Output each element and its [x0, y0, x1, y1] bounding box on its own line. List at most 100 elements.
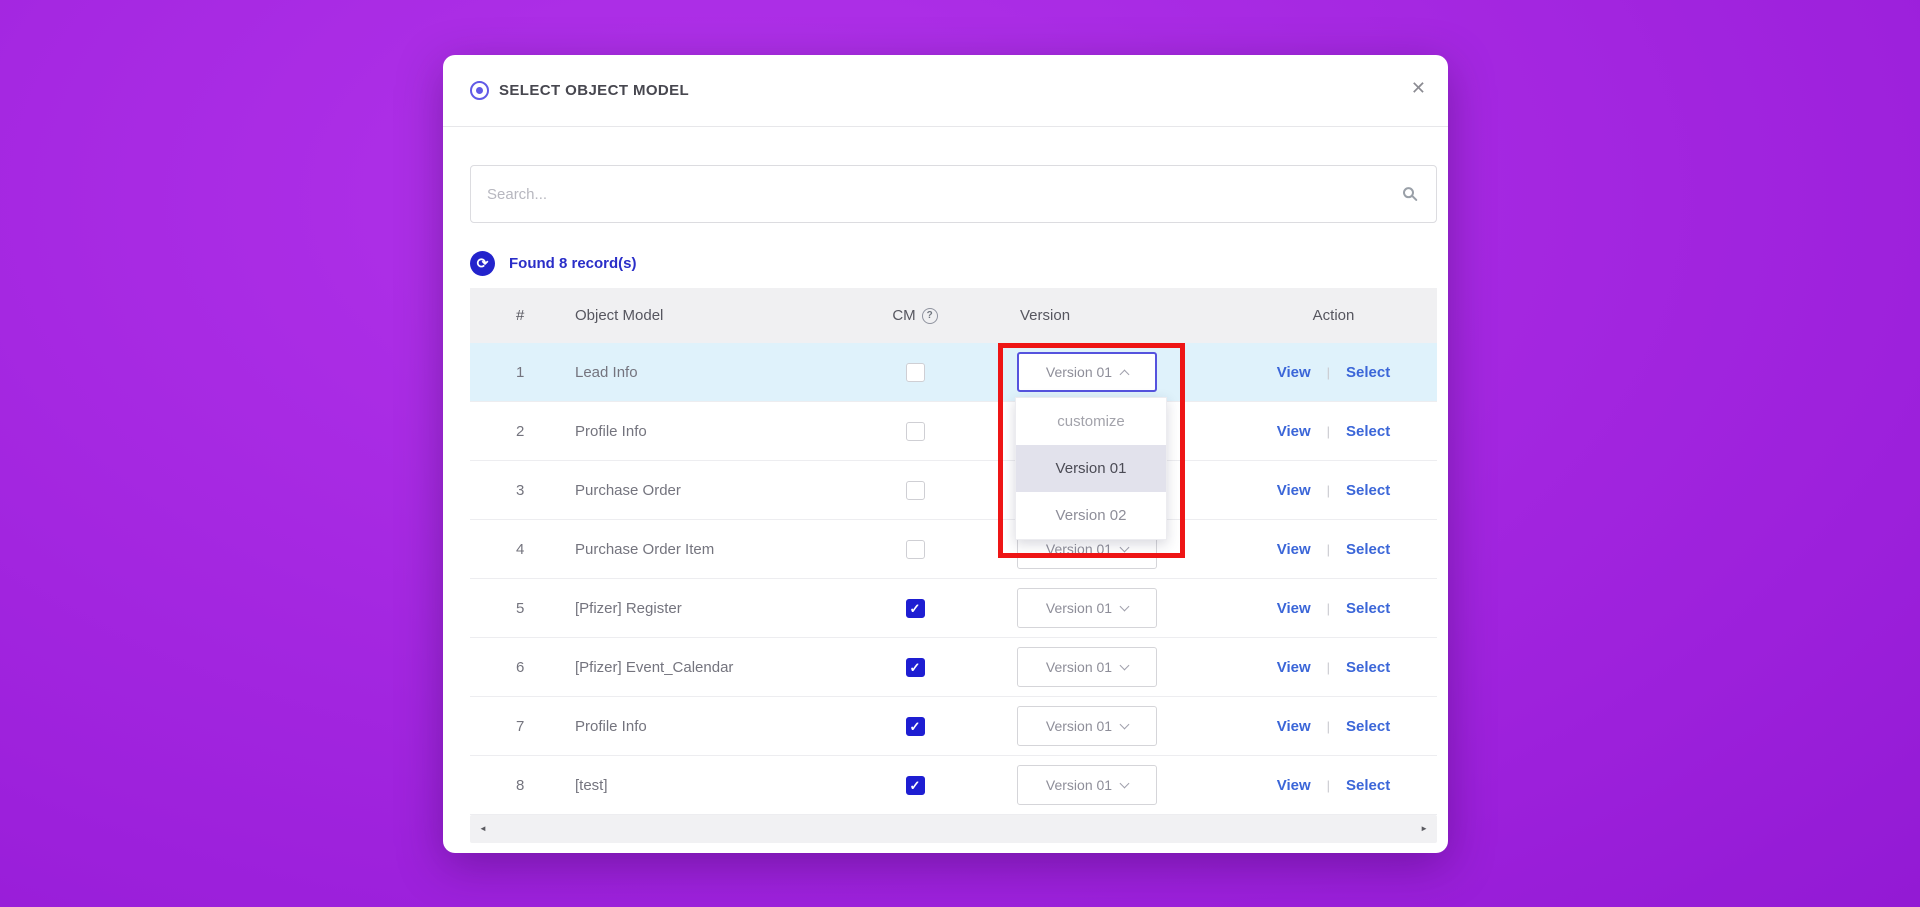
cm-checkbox[interactable]: ✓ — [906, 776, 925, 795]
view-link[interactable]: View — [1277, 482, 1311, 499]
chevron-down-icon — [1120, 542, 1130, 552]
table-row: 7 Profile Info ✓ Version 01 View | Selec… — [470, 697, 1437, 756]
select-link[interactable]: Select — [1346, 541, 1390, 558]
chevron-up-icon — [1120, 369, 1130, 379]
table-header-row: # Object Model CM ? Version Action — [470, 288, 1437, 343]
version-select[interactable]: Version 01 — [1017, 706, 1157, 746]
help-icon[interactable]: ? — [922, 308, 938, 324]
cm-checkbox[interactable] — [906, 481, 925, 500]
view-link[interactable]: View — [1277, 364, 1311, 381]
action-divider: | — [1327, 778, 1330, 793]
version-dropdown-option[interactable]: customize — [1016, 398, 1166, 445]
select-link[interactable]: Select — [1346, 482, 1390, 499]
chevron-down-icon — [1120, 660, 1130, 670]
version-dropdown-option[interactable]: Version 02 — [1016, 492, 1166, 539]
search-input[interactable] — [471, 166, 1436, 222]
select-link[interactable]: Select — [1346, 777, 1390, 794]
object-model-name: [Pfizer] Register — [545, 600, 870, 617]
table-row: 6 [Pfizer] Event_Calendar ✓ Version 01 V… — [470, 638, 1437, 697]
table-row: 4 Purchase Order Item Version 01 View | … — [470, 520, 1437, 579]
col-header-object-model: Object Model — [545, 307, 870, 324]
dialog-body: ⟳ Found 8 record(s) # Object Model CM ? … — [443, 165, 1448, 843]
select-object-model-dialog: SELECT OBJECT MODEL ✕ ⟳ Found 8 record(s… — [443, 55, 1448, 853]
close-icon[interactable]: ✕ — [1411, 79, 1426, 97]
cm-checkbox[interactable]: ✓ — [906, 717, 925, 736]
select-link[interactable]: Select — [1346, 364, 1390, 381]
action-divider: | — [1327, 660, 1330, 675]
row-index: 7 — [470, 718, 545, 735]
action-divider: | — [1327, 365, 1330, 380]
chevron-down-icon — [1120, 601, 1130, 611]
action-divider: | — [1327, 424, 1330, 439]
row-index: 4 — [470, 541, 545, 558]
chevron-down-icon — [1120, 719, 1130, 729]
row-index: 6 — [470, 659, 545, 676]
action-divider: | — [1327, 601, 1330, 616]
result-count-label: Found 8 record(s) — [509, 255, 637, 272]
action-divider: | — [1327, 483, 1330, 498]
version-dropdown-option[interactable]: Version 01 — [1016, 445, 1166, 492]
select-link[interactable]: Select — [1346, 600, 1390, 617]
cm-checkbox[interactable]: ✓ — [906, 599, 925, 618]
version-select-value: Version 01 — [1046, 600, 1112, 616]
object-model-name: [Pfizer] Event_Calendar — [545, 659, 870, 676]
table-row: 5 [Pfizer] Register ✓ Version 01 View | … — [470, 579, 1437, 638]
search-icon — [1403, 187, 1414, 198]
view-link[interactable]: View — [1277, 423, 1311, 440]
col-header-action: Action — [1230, 307, 1437, 324]
row-index: 3 — [470, 482, 545, 499]
view-link[interactable]: View — [1277, 718, 1311, 735]
version-select[interactable]: Version 01 — [1017, 765, 1157, 805]
version-select[interactable]: Version 01 — [1017, 352, 1157, 392]
version-select-value: Version 01 — [1046, 777, 1112, 793]
version-select[interactable]: Version 01 — [1017, 588, 1157, 628]
col-header-cm: CM — [892, 307, 915, 324]
horizontal-scrollbar[interactable]: ◄ ► — [470, 815, 1437, 843]
scroll-right-icon[interactable]: ► — [1420, 825, 1428, 833]
view-link[interactable]: View — [1277, 600, 1311, 617]
object-model-name: Purchase Order — [545, 482, 870, 499]
cm-checkbox[interactable] — [906, 363, 925, 382]
object-model-name: Lead Info — [545, 364, 870, 381]
row-index: 1 — [470, 364, 545, 381]
table-row: 2 Profile Info Version 01 View | Select — [470, 402, 1437, 461]
dialog-title: SELECT OBJECT MODEL — [499, 82, 689, 99]
table-body: 1 Lead Info Version 01 View | Select 2 P… — [470, 343, 1437, 815]
object-model-name: [test] — [545, 777, 870, 794]
cm-checkbox[interactable]: ✓ — [906, 658, 925, 677]
refresh-icon: ⟳ — [470, 251, 495, 276]
view-link[interactable]: View — [1277, 659, 1311, 676]
scroll-left-icon[interactable]: ◄ — [479, 825, 487, 833]
select-link[interactable]: Select — [1346, 423, 1390, 440]
table-row: 3 Purchase Order Version 01 View | Selec… — [470, 461, 1437, 520]
result-summary-row: ⟳ Found 8 record(s) — [470, 250, 1437, 276]
version-select-value: Version 01 — [1046, 541, 1112, 557]
version-select[interactable]: Version 01 — [1017, 647, 1157, 687]
search-box — [470, 165, 1437, 223]
table-row: 8 [test] ✓ Version 01 View | Select — [470, 756, 1437, 815]
cm-checkbox[interactable] — [906, 422, 925, 441]
chevron-down-icon — [1120, 778, 1130, 788]
row-index: 5 — [470, 600, 545, 617]
select-link[interactable]: Select — [1346, 718, 1390, 735]
object-model-name: Profile Info — [545, 718, 870, 735]
dialog-header: SELECT OBJECT MODEL ✕ — [443, 55, 1448, 127]
object-model-name: Purchase Order Item — [545, 541, 870, 558]
row-index: 2 — [470, 423, 545, 440]
select-link[interactable]: Select — [1346, 659, 1390, 676]
col-header-version: Version — [960, 307, 1230, 324]
version-dropdown-menu: customizeVersion 01Version 02 — [1015, 397, 1167, 540]
row-index: 8 — [470, 777, 545, 794]
action-divider: | — [1327, 542, 1330, 557]
table-row: 1 Lead Info Version 01 View | Select — [470, 343, 1437, 402]
object-model-table: # Object Model CM ? Version Action 1 Lea… — [470, 288, 1437, 815]
version-select-value: Version 01 — [1046, 659, 1112, 675]
object-model-name: Profile Info — [545, 423, 870, 440]
view-link[interactable]: View — [1277, 777, 1311, 794]
version-select-value: Version 01 — [1046, 364, 1112, 380]
view-link[interactable]: View — [1277, 541, 1311, 558]
action-divider: | — [1327, 719, 1330, 734]
object-model-icon — [470, 81, 489, 100]
version-select-value: Version 01 — [1046, 718, 1112, 734]
cm-checkbox[interactable] — [906, 540, 925, 559]
